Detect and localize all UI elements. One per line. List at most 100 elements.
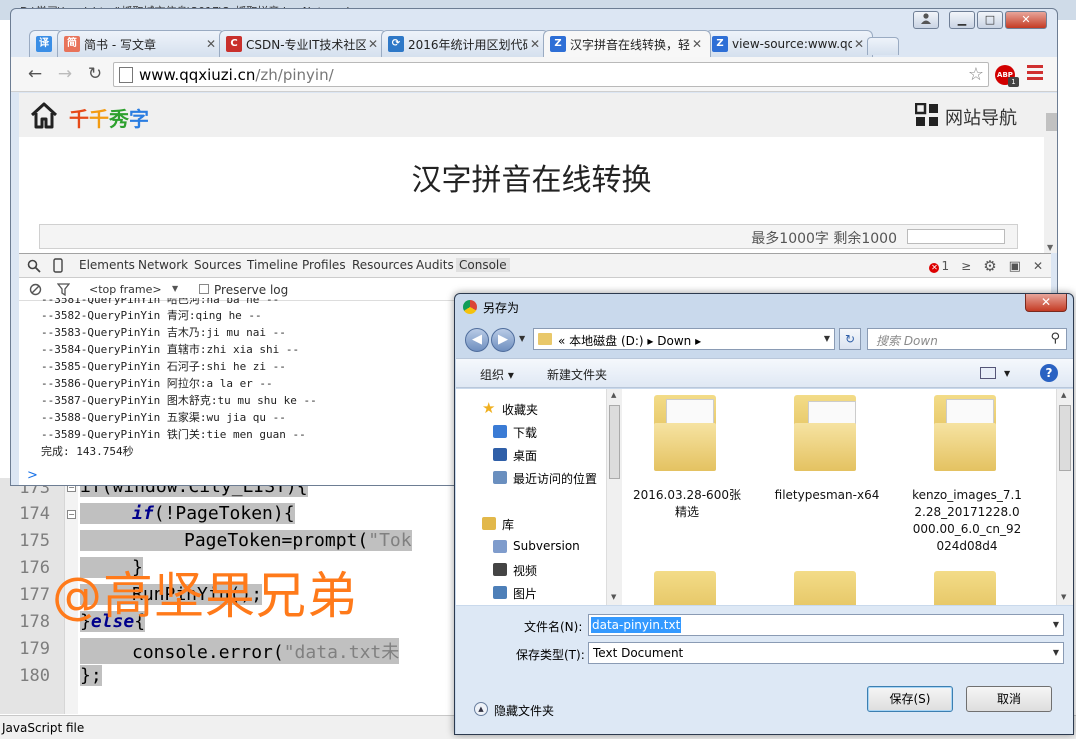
tab-view-source[interactable]: Z view-source:www.qq ✕ [705,30,873,57]
scrollbar-thumb[interactable] [609,405,620,479]
help-icon[interactable]: ? [1040,364,1058,382]
recent-locations-dropdown-icon[interactable]: ▼ [519,334,525,343]
scroll-up-arrow-icon[interactable]: ▲ [1061,391,1066,399]
scroll-down-arrow-icon[interactable]: ▼ [1061,593,1066,601]
cancel-button[interactable]: 取消 [966,686,1052,712]
grid-icon[interactable] [915,103,939,127]
devtools-tab-profiles[interactable]: Profiles [302,258,346,272]
tab-close-icon[interactable]: ✕ [690,37,704,51]
address-bar[interactable]: www.qqxiuzi.cn/zh/pinyin/ ☆ [113,62,989,87]
code-line-180[interactable]: }; [80,665,102,686]
organize-button[interactable]: 组织 ▾ [480,366,514,383]
scrollbar-thumb[interactable] [1059,405,1071,471]
nav-desktop[interactable]: 桌面 [493,447,537,464]
folder-item[interactable]: 2016.03.28-600张精选 [632,389,742,529]
nav-label: Subversion [513,539,580,553]
view-options-icon[interactable] [980,367,996,379]
code-line-175[interactable]: PageToken=prompt("Tok [80,530,412,551]
filename-input[interactable]: data-pinyin.txt ▼ [588,614,1064,636]
path-breadcrumb[interactable]: « 本地磁盘 (D:) ▸ Down ▸ ▼ [533,328,835,350]
path-dropdown-icon[interactable]: ▼ [824,334,830,343]
minimize-button[interactable]: ▁ [949,11,975,29]
folder-item[interactable]: kenzo_images_7.12.28_20171228.0000.00_6.… [912,389,1022,559]
tab-csdn[interactable]: C CSDN-专业IT技术社区 ✕ [219,30,387,57]
site-logo[interactable]: 千千秀字 [69,103,149,132]
filter-icon[interactable] [57,283,70,296]
close-button[interactable]: ✕ [1005,11,1047,29]
nav-downloads[interactable]: 下载 [493,424,537,441]
devtools-tab-console[interactable]: Console [456,258,510,272]
code-line-174[interactable]: if(!PageToken){ [80,503,295,524]
folder-item[interactable]: filetypesman-x64 [772,389,882,529]
scroll-down-arrow-icon[interactable]: ▼ [1047,243,1053,252]
tab-close-icon[interactable]: ✕ [204,37,218,51]
logo-char: 字 [129,107,149,131]
back-arrow-icon[interactable]: ◀ [465,328,489,352]
tab-jianshu[interactable]: 简 简书 - 写文章 ✕ [57,30,225,57]
tab-title: CSDN-专业IT技术社区 [246,37,366,52]
site-nav-link[interactable]: 网站导航 [945,104,1017,130]
fold-toggle-icon[interactable]: − [67,510,76,519]
maximize-button[interactable]: □ [977,11,1003,29]
folder-item[interactable] [772,565,882,605]
tab-close-icon[interactable]: ✕ [852,37,866,51]
view-dropdown-icon[interactable]: ▼ [1004,369,1010,378]
bookmark-star-icon[interactable]: ☆ [968,64,984,85]
new-folder-button[interactable]: 新建文件夹 [547,366,607,383]
devtools-tab-elements[interactable]: Elements [79,258,135,272]
code-line-179[interactable]: console.error("data.txt未 [80,638,400,664]
nav-libraries[interactable]: 库 [482,516,514,533]
home-icon[interactable] [29,101,59,129]
preserve-log-checkbox[interactable] [199,284,209,294]
refresh-icon[interactable]: ↻ [839,328,861,350]
forward-arrow-icon[interactable]: → [53,63,77,85]
clear-console-icon[interactable] [29,283,42,296]
dock-side-icon[interactable]: ▣ [1009,259,1021,274]
console-prompt[interactable]: > [27,468,38,483]
nav-recent[interactable]: 最近访问的位置 [493,470,597,487]
filetype-dropdown-icon[interactable]: ▼ [1053,648,1059,657]
settings-gear-icon[interactable]: ⚙ [983,257,996,275]
tab-stats-code[interactable]: ⟳ 2016年统计用区划代码 ✕ [381,30,549,57]
nav-videos[interactable]: 视频 [493,562,537,579]
filename-dropdown-icon[interactable]: ▼ [1053,620,1059,629]
scroll-down-arrow-icon[interactable]: ▼ [611,593,616,601]
nav-pictures[interactable]: 图片 [493,585,537,602]
nav-subversion[interactable]: Subversion [493,539,580,553]
save-button[interactable]: 保存(S) [867,686,953,712]
dialog-close-button[interactable]: ✕ [1025,294,1067,312]
devtools-tab-timeline[interactable]: Timeline [247,258,298,272]
folder-item[interactable] [632,565,742,605]
error-counter[interactable]: ✕ 1 [929,259,949,273]
filetype-select[interactable]: Text Document ▼ [588,642,1064,664]
profile-icon[interactable] [913,11,939,29]
back-arrow-icon[interactable]: ← [23,63,47,85]
tab-pinyin[interactable]: Z 汉字拼音在线转换，轻 ✕ [543,30,711,57]
search-input[interactable]: 搜索 Down ⚲ [867,328,1067,350]
nav-favorites[interactable]: ★ 收藏夹 [482,399,538,418]
folder-icon [654,571,716,605]
close-devtools-icon[interactable]: ✕ [1033,259,1043,273]
drawer-toggle-icon[interactable]: ≥ [961,259,971,273]
new-tab-button[interactable] [867,37,899,55]
folder-item[interactable] [912,565,1022,605]
page-scrollbar[interactable]: ▼ [1044,93,1057,253]
devtools-tab-network[interactable]: Network [138,258,188,272]
device-mode-icon[interactable] [53,258,63,273]
frame-dropdown-icon[interactable]: ▼ [172,284,178,293]
forward-arrow-icon[interactable]: ▶ [491,328,515,352]
devtools-tab-audits[interactable]: Audits [416,258,454,272]
scrollbar-thumb[interactable] [1046,113,1057,131]
frame-selector[interactable]: <top frame> [89,283,162,296]
menu-icon[interactable] [1027,65,1043,83]
nav-scrollbar[interactable]: ▲ ▼ [606,389,622,605]
tab-close-icon[interactable]: ✕ [528,37,542,51]
scroll-up-arrow-icon[interactable]: ▲ [611,391,616,399]
inspect-search-icon[interactable] [27,259,41,273]
tab-close-icon[interactable]: ✕ [366,37,380,51]
url-text[interactable]: www.qqxiuzi.cn/zh/pinyin/ [139,66,334,84]
reload-icon[interactable]: ↻ [83,63,107,85]
devtools-tab-resources[interactable]: Resources [352,258,413,272]
file-list-scrollbar[interactable]: ▲ ▼ [1056,389,1073,605]
devtools-tab-sources[interactable]: Sources [194,258,241,272]
